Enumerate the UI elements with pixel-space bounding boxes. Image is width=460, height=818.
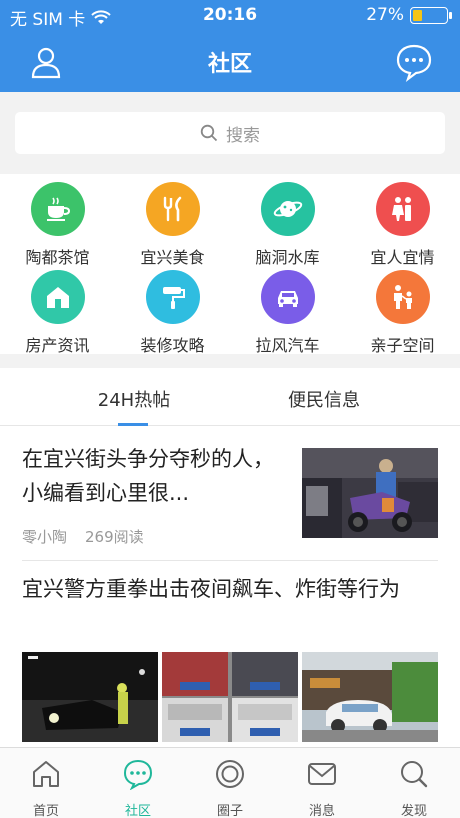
tabbar-label: 消息 xyxy=(308,804,335,818)
search-area: 搜索 xyxy=(0,92,460,174)
search-icon xyxy=(401,761,428,788)
post-author: 零小陶 xyxy=(22,528,68,546)
couple-icon xyxy=(375,182,430,236)
nav-bar: 社区 xyxy=(0,32,460,92)
mail-icon xyxy=(308,763,336,785)
post-title: 在宜兴街头争分夺秒的人，小编看到心里很... xyxy=(22,447,274,505)
tabbar-label: 首页 xyxy=(32,804,59,818)
category-tea-house[interactable]: 陶都茶馆 xyxy=(0,182,115,268)
post-image xyxy=(162,652,298,742)
tabbar-label: 圈子 xyxy=(216,804,243,818)
tabbar-label: 发现 xyxy=(400,804,427,818)
search-placeholder: 搜索 xyxy=(226,125,260,146)
category-label: 房产资讯 xyxy=(25,336,90,355)
post-reads: 269阅读 xyxy=(85,528,144,546)
tabbar-discover[interactable]: 发现 xyxy=(368,758,460,818)
category-food[interactable]: 宜兴美食 xyxy=(115,182,230,268)
post-item[interactable]: 宜兴警方重拳出击夜间飙车、炸街等行为 xyxy=(0,561,460,747)
teacup-icon xyxy=(30,182,85,236)
post-thumbnail xyxy=(302,448,438,538)
post-title: 宜兴警方重拳出击夜间飙车、炸街等行为 xyxy=(22,577,400,601)
category-brainstorm[interactable]: 脑洞水库 xyxy=(230,182,345,268)
tabbar-home[interactable]: 首页 xyxy=(0,758,92,818)
post-image xyxy=(302,652,438,742)
battery-percent: 27% xyxy=(366,5,404,25)
house-icon xyxy=(30,270,85,324)
planet-icon xyxy=(260,182,315,236)
tabbar-label: 社区 xyxy=(124,804,151,818)
category-grid: 陶都茶馆 宜兴美食 脑洞水库 宜人宜情 房产资讯 装修攻略 拉风汽车 亲子空间 xyxy=(0,174,460,356)
fork-knife-icon xyxy=(145,182,200,236)
category-label: 宜兴美食 xyxy=(140,248,205,267)
post-item[interactable]: 在宜兴街头争分夺秒的人，小编看到心里很... 零小陶 269阅读 xyxy=(0,426,460,560)
category-decoration[interactable]: 装修攻略 xyxy=(115,270,230,356)
search-input[interactable]: 搜索 xyxy=(15,112,445,154)
chat-bubble-icon xyxy=(396,44,432,82)
bottom-tab-bar: 首页 社区 圈子 消息 发现 xyxy=(0,747,460,818)
post-meta: 零小陶 269阅读 xyxy=(22,526,144,547)
category-label: 宜人宜情 xyxy=(370,248,435,267)
page-title: 社区 xyxy=(207,52,252,77)
tab-24h-hot[interactable]: 24H热帖 xyxy=(64,386,204,412)
post-image xyxy=(22,652,158,742)
category-label: 装修攻略 xyxy=(140,336,205,355)
status-bar: 无 SIM 卡 20:16 27% xyxy=(0,0,460,32)
category-label: 陶都茶馆 xyxy=(25,248,90,267)
status-right: 27% xyxy=(366,5,452,25)
category-cars[interactable]: 拉风汽车 xyxy=(230,270,345,356)
category-label: 脑洞水库 xyxy=(255,248,320,267)
tabbar-circle[interactable]: 圈子 xyxy=(184,758,276,818)
tab-convenience-info[interactable]: 便民信息 xyxy=(254,386,394,412)
content-tabs: 24H热帖 便民信息 xyxy=(0,368,460,426)
search-icon xyxy=(200,124,218,142)
category-label: 拉风汽车 xyxy=(255,336,320,355)
category-label: 亲子空间 xyxy=(370,336,435,355)
tabbar-community[interactable]: 社区 xyxy=(92,758,184,818)
parent-child-icon xyxy=(375,270,430,324)
section-separator xyxy=(0,354,460,368)
category-parenting[interactable]: 亲子空间 xyxy=(345,270,460,356)
community-chat-icon xyxy=(123,759,153,791)
chat-button[interactable] xyxy=(394,42,434,82)
battery-icon xyxy=(410,6,452,24)
car-icon xyxy=(260,270,315,324)
battery-fill xyxy=(413,9,422,21)
category-real-estate[interactable]: 房产资讯 xyxy=(0,270,115,356)
category-dating[interactable]: 宜人宜情 xyxy=(345,182,460,268)
tabbar-messages[interactable]: 消息 xyxy=(276,758,368,818)
paint-roller-icon xyxy=(145,270,200,324)
home-icon xyxy=(33,761,59,787)
circle-icon xyxy=(216,760,244,788)
